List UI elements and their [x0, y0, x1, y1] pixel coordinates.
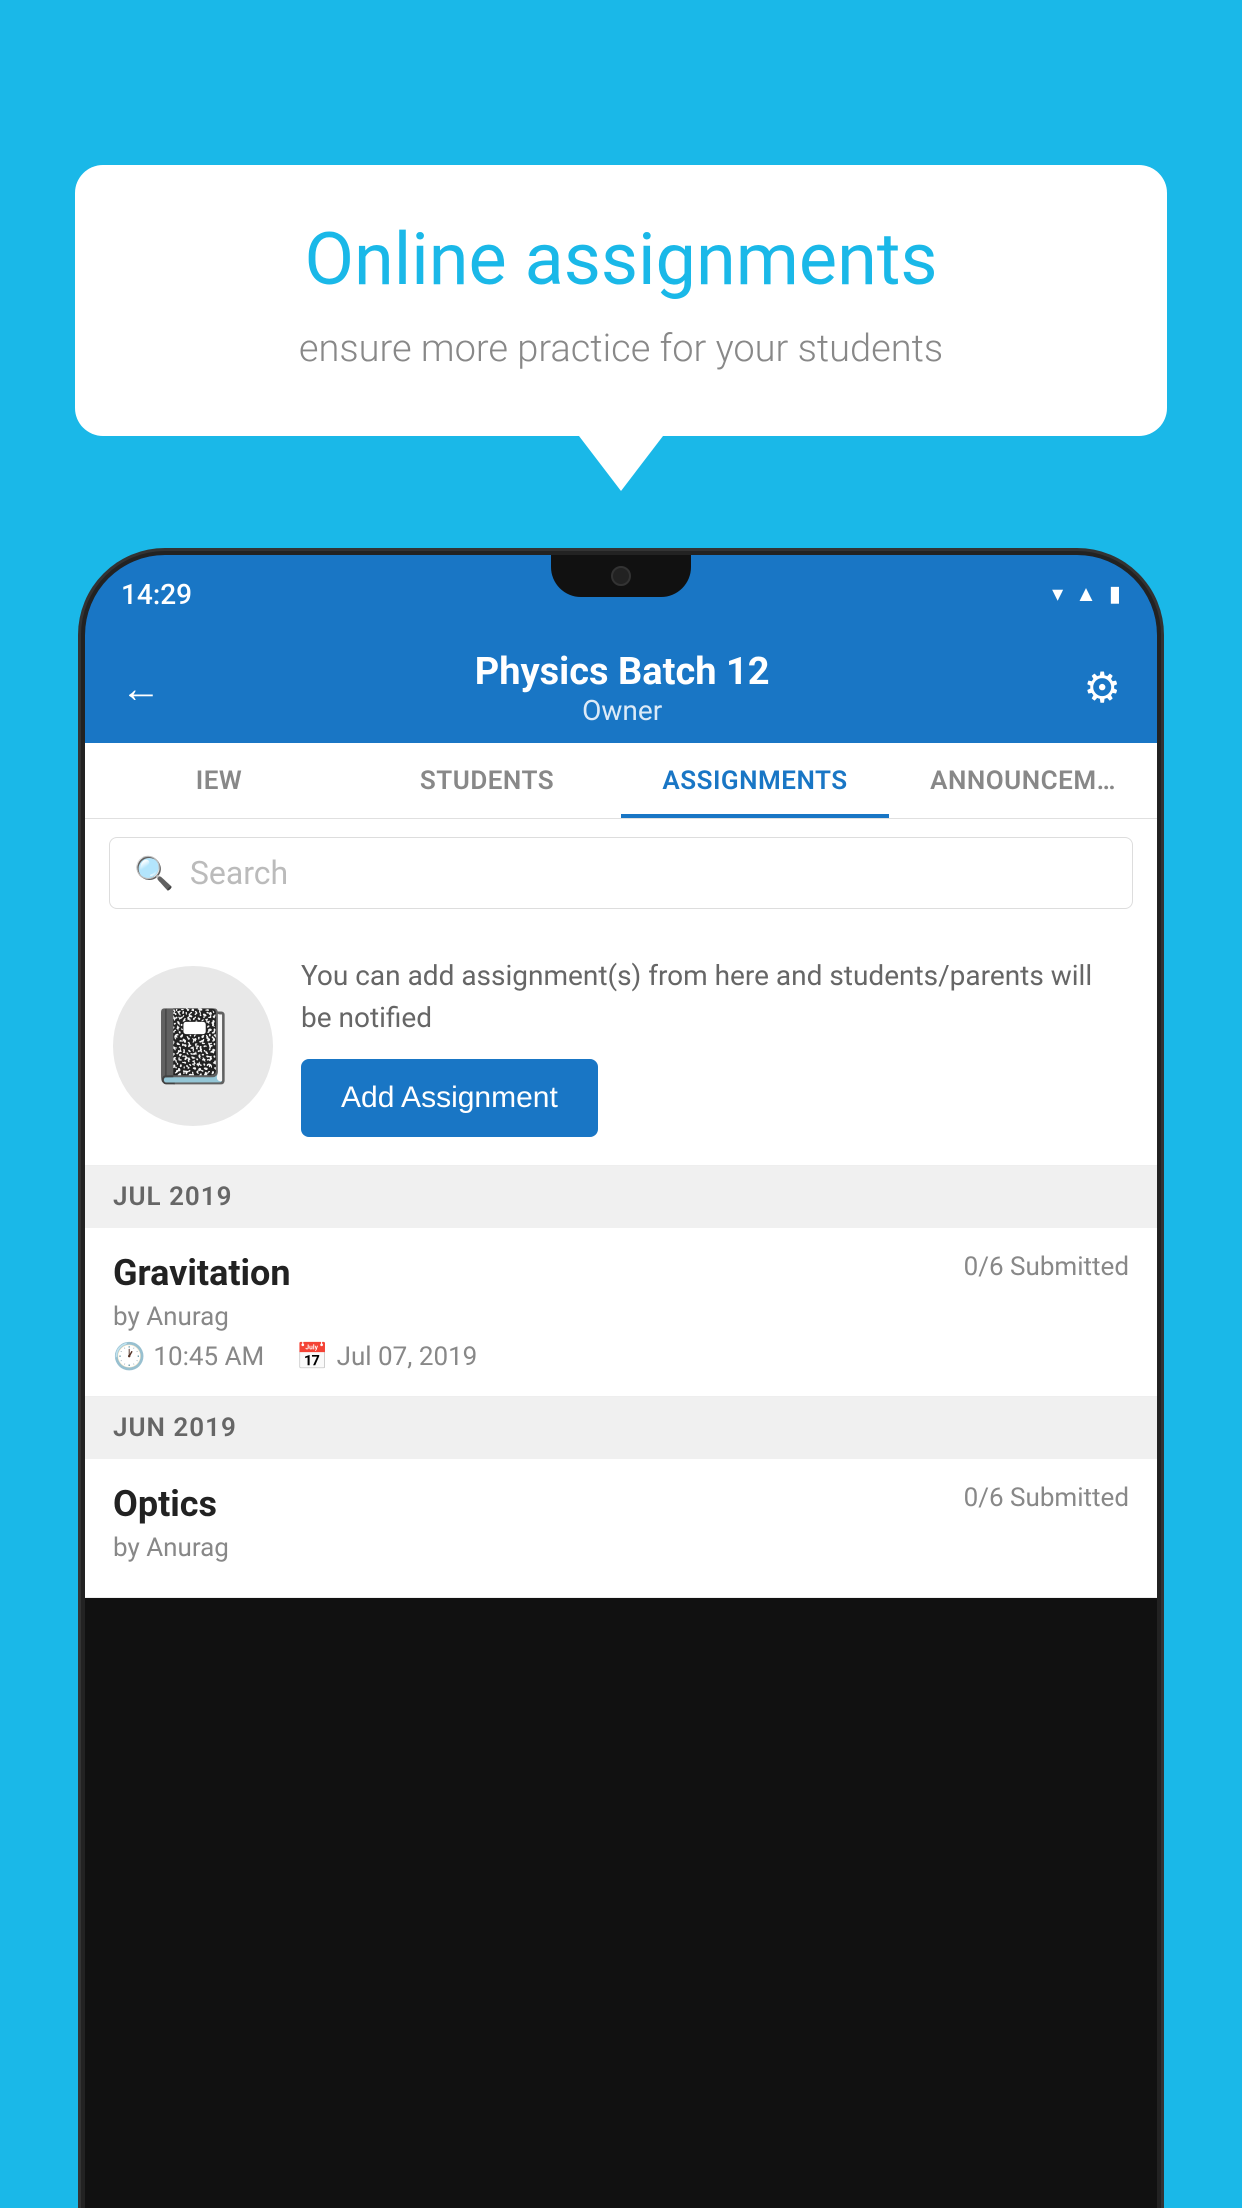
tab-iew[interactable]: IEW — [85, 743, 353, 818]
promo-description: You can add assignment(s) from here and … — [301, 955, 1129, 1039]
assignment-item-optics[interactable]: Optics 0/6 Submitted by Anurag — [85, 1459, 1157, 1598]
assignment-submitted-optics: 0/6 Submitted — [964, 1483, 1129, 1513]
assignment-top-row: Gravitation 0/6 Submitted — [113, 1252, 1129, 1294]
clock-icon: 🕐 — [113, 1342, 145, 1372]
tab-announcements[interactable]: ANNOUNCEM… — [889, 743, 1157, 818]
app-header: ← Physics Batch 12 Owner ⚙ — [85, 633, 1157, 743]
month-header-jun: JUN 2019 — [85, 1397, 1157, 1459]
tab-students[interactable]: STUDENTS — [353, 743, 621, 818]
assignment-title-optics: Optics — [113, 1483, 217, 1525]
status-icons: ▾ ▲ ▮ — [1052, 581, 1121, 607]
battery-icon: ▮ — [1109, 582, 1121, 607]
assignment-title-gravitation: Gravitation — [113, 1252, 291, 1294]
month-header-jul: JUL 2019 — [85, 1166, 1157, 1228]
assignment-by-gravitation: by Anurag — [113, 1302, 1129, 1332]
date-value-gravitation: Jul 07, 2019 — [337, 1342, 478, 1372]
speech-bubble-arrow — [579, 436, 663, 491]
search-placeholder-text: Search — [190, 854, 288, 892]
settings-icon[interactable]: ⚙ — [1083, 663, 1121, 713]
search-bar: 🔍 Search — [85, 819, 1157, 927]
tab-assignments[interactable]: ASSIGNMENTS — [621, 743, 889, 818]
phone-content: 🔍 Search 📓 You can add assignment(s) fro… — [85, 819, 1157, 1598]
header-title-block: Physics Batch 12 Owner — [475, 650, 770, 727]
promo-icon-circle: 📓 — [113, 966, 273, 1126]
assignment-item-gravitation[interactable]: Gravitation 0/6 Submitted by Anurag 🕐 10… — [85, 1228, 1157, 1397]
wifi-icon: ▾ — [1052, 582, 1063, 607]
speech-bubble-subtext: ensure more practice for your students — [140, 327, 1102, 371]
notebook-icon: 📓 — [148, 1004, 238, 1089]
calendar-icon: 📅 — [296, 1342, 328, 1372]
camera — [611, 566, 631, 586]
meta-date-gravitation: 📅 Jul 07, 2019 — [296, 1342, 477, 1372]
speech-bubble-container: Online assignments ensure more practice … — [75, 165, 1167, 491]
phone-frame: 14:29 ▾ ▲ ▮ ← Physics Batch 12 Owner ⚙ I… — [85, 555, 1157, 2208]
speech-bubble: Online assignments ensure more practice … — [75, 165, 1167, 436]
batch-title: Physics Batch 12 — [475, 650, 770, 694]
assignment-meta-gravitation: 🕐 10:45 AM 📅 Jul 07, 2019 — [113, 1342, 1129, 1372]
search-icon: 🔍 — [134, 854, 174, 892]
speech-bubble-heading: Online assignments — [140, 220, 1102, 299]
promo-section: 📓 You can add assignment(s) from here an… — [85, 927, 1157, 1166]
status-bar: 14:29 ▾ ▲ ▮ — [85, 555, 1157, 633]
assignment-by-optics: by Anurag — [113, 1533, 1129, 1563]
notch — [551, 555, 691, 597]
signal-icon: ▲ — [1075, 581, 1097, 607]
meta-time-gravitation: 🕐 10:45 AM — [113, 1342, 264, 1372]
assignment-submitted-gravitation: 0/6 Submitted — [964, 1252, 1129, 1282]
assignment-top-row-optics: Optics 0/6 Submitted — [113, 1483, 1129, 1525]
search-input-wrap[interactable]: 🔍 Search — [109, 837, 1133, 909]
status-time: 14:29 — [121, 578, 192, 611]
tabs-bar: IEW STUDENTS ASSIGNMENTS ANNOUNCEM… — [85, 743, 1157, 819]
batch-role: Owner — [475, 694, 770, 727]
promo-text-block: You can add assignment(s) from here and … — [301, 955, 1129, 1137]
back-button[interactable]: ← — [121, 665, 161, 712]
time-value-gravitation: 10:45 AM — [153, 1342, 264, 1372]
add-assignment-button[interactable]: Add Assignment — [301, 1059, 598, 1137]
